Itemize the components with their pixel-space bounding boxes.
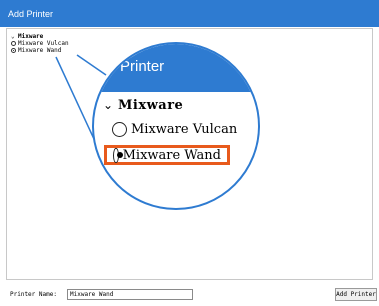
chevron-down-icon[interactable]: ⌄	[11, 33, 18, 40]
radio-selected-icon	[113, 147, 123, 163]
printer-tree: ⌄ Mixware Mixware Vulcan Mixware Wand	[11, 33, 69, 54]
magnifier-item-wand-highlighted: Mixware Wand	[104, 145, 230, 165]
tree-item-label: Mixware Wand	[18, 47, 62, 54]
magnifier-callout: Printer ⌄ Mixware Mixware Vulcan Mixware…	[92, 42, 260, 210]
magnifier-item-label: Mixware Wand	[122, 147, 221, 163]
tree-group-label: Mixware	[18, 33, 44, 40]
tree-group-mixware[interactable]: ⌄ Mixware	[11, 33, 69, 40]
magnifier-item-label: Mixware Vulcan	[131, 121, 238, 137]
magnifier-title: Printer	[120, 58, 165, 75]
add-printer-button[interactable]: Add Printer	[335, 288, 377, 301]
radio-button-selected[interactable]	[11, 48, 16, 53]
chevron-down-icon: ⌄	[102, 98, 114, 112]
magnifier-group-row: ⌄ Mixware	[98, 96, 237, 114]
window-title: Add Printer	[8, 8, 54, 19]
radio-button[interactable]	[11, 41, 16, 46]
printer-name-input[interactable]	[67, 289, 193, 300]
radio-icon	[112, 121, 127, 137]
window-titlebar: Add Printer	[0, 0, 379, 27]
tree-item-mixware-wand[interactable]: Mixware Wand	[11, 47, 69, 54]
magnifier-item-vulcan: Mixware Vulcan	[112, 120, 237, 138]
tree-item-label: Mixware Vulcan	[18, 40, 69, 47]
tree-item-mixware-vulcan[interactable]: Mixware Vulcan	[11, 40, 69, 47]
printer-name-label: Printer Name:	[10, 291, 57, 298]
magnifier-tree: ⌄ Mixware Mixware Vulcan Mixware Wand	[98, 96, 237, 165]
magnifier-group-label: Mixware	[118, 97, 184, 113]
magnifier-titlebar: Printer	[94, 44, 258, 92]
